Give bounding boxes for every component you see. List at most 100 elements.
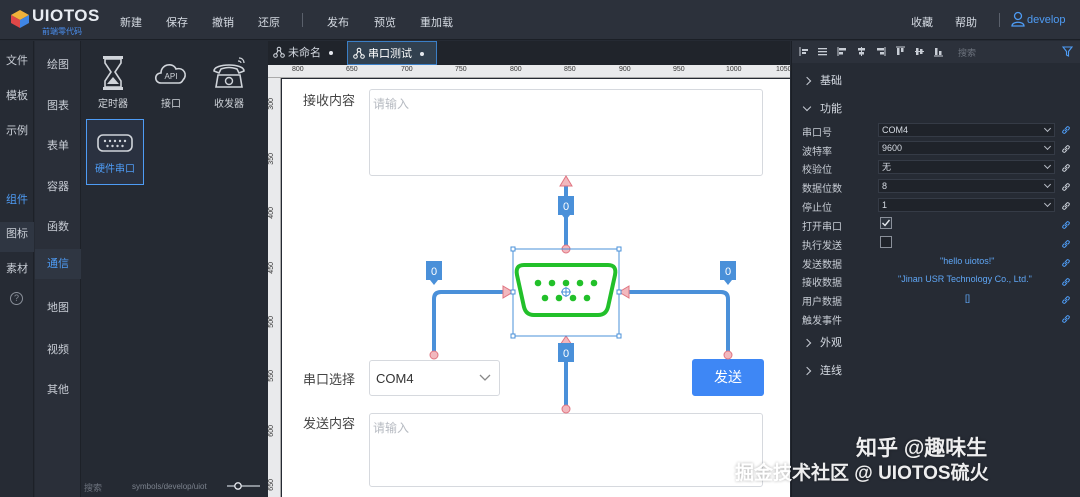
link-icon[interactable] <box>1061 220 1071 230</box>
badge-value: 0 <box>725 266 731 278</box>
user-name[interactable]: develop <box>1027 14 1066 26</box>
serial-port-icon <box>97 134 133 152</box>
category-other[interactable]: 其他 <box>35 381 81 397</box>
value-badge-bottom: 0 <box>558 343 574 362</box>
value-badge-right: 0 <box>720 261 736 285</box>
menu-preview[interactable]: 预览 <box>374 14 396 30</box>
link-icon[interactable] <box>1061 239 1071 249</box>
prop-value-receive-data[interactable]: "Jinan USR Technology Co., Ltd." <box>898 274 1032 284</box>
nav-file[interactable]: 文件 <box>0 52 34 68</box>
link-icon[interactable] <box>1061 258 1071 268</box>
link-icon[interactable] <box>1061 125 1071 135</box>
component-api[interactable]: API 接口 <box>142 53 200 110</box>
prop-select-parity[interactable]: 无 <box>878 160 1055 174</box>
distribute-icon[interactable] <box>817 46 828 57</box>
component-transceiver[interactable]: 收发器 <box>200 53 258 110</box>
link-icon[interactable] <box>1061 163 1071 173</box>
nav-material[interactable]: 素材 <box>0 260 34 276</box>
open-port-checkbox[interactable] <box>880 217 892 229</box>
api-icon-text: API <box>165 72 178 81</box>
component-search[interactable]: 搜索 <box>84 481 102 494</box>
menu-new[interactable]: 新建 <box>120 14 142 30</box>
menu-collect[interactable]: 收藏 <box>911 14 933 30</box>
menu-restore[interactable]: 还原 <box>258 14 280 30</box>
category-draw[interactable]: 绘图 <box>35 56 81 72</box>
align-right-icon[interactable] <box>875 46 886 57</box>
component-serial-port[interactable]: 硬件串口 <box>86 119 144 185</box>
property-search[interactable]: 搜索 <box>958 46 976 59</box>
symbol-path: symbols/develop/uiot <box>132 482 207 491</box>
tab-untitled[interactable]: 未命名 <box>268 41 344 65</box>
link-icon[interactable] <box>1061 314 1071 324</box>
align-center-icon[interactable] <box>856 46 867 57</box>
app-logo[interactable]: UIOTOS 前端零代码 <box>10 6 99 36</box>
ruler-tick-label: 750 <box>455 66 467 73</box>
component-label: 收发器 <box>214 99 244 110</box>
component-timer[interactable]: 定时器 <box>84 53 142 110</box>
align-middle-icon[interactable] <box>914 46 925 57</box>
menu-publish[interactable]: 发布 <box>327 14 349 30</box>
prop-value-send-data[interactable]: "hello uiotos!" <box>940 256 994 266</box>
align-left-edge-icon[interactable] <box>799 46 810 57</box>
zoom-slider[interactable] <box>227 482 260 490</box>
prop-select-port[interactable]: COM4 <box>878 123 1055 137</box>
nav-example[interactable]: 示例 <box>0 122 34 138</box>
prop-value: COM4 <box>882 125 909 135</box>
align-bottom-icon[interactable] <box>933 46 944 57</box>
phone-icon <box>213 57 245 88</box>
link-icon[interactable] <box>1061 201 1071 211</box>
category-video[interactable]: 视频 <box>35 341 81 357</box>
prop-label-databits: 数据位数 <box>802 184 842 195</box>
wire-left[interactable] <box>429 285 514 360</box>
vertical-ruler: 300 350 400 450 500 550 600 650 <box>268 78 281 497</box>
category-container[interactable]: 容器 <box>35 178 81 194</box>
section-function[interactable]: 功能 <box>802 100 842 116</box>
section-connect[interactable]: 连线 <box>802 362 842 378</box>
nav-template[interactable]: 模板 <box>0 87 34 103</box>
badge-value: 0 <box>563 348 569 360</box>
category-form[interactable]: 表单 <box>35 137 81 153</box>
exec-send-checkbox[interactable] <box>880 236 892 248</box>
prop-value: 9600 <box>882 143 903 153</box>
prop-select-baudrate[interactable]: 9600 <box>878 141 1055 155</box>
section-basic[interactable]: 基础 <box>802 72 842 88</box>
prop-select-databits[interactable]: 8 <box>878 179 1055 193</box>
nav-icon[interactable]: 图标 <box>0 225 34 241</box>
user-icon[interactable] <box>1011 11 1025 27</box>
prop-label-stopbits: 停止位 <box>802 203 832 214</box>
prop-label-baudrate: 波特率 <box>802 147 832 158</box>
category-map[interactable]: 地图 <box>35 299 81 315</box>
filter-icon[interactable] <box>1062 46 1073 57</box>
align-top-icon[interactable] <box>895 46 906 57</box>
logo-text: UIOTOS <box>32 6 100 25</box>
link-icon[interactable] <box>1061 144 1071 154</box>
prop-value-user-data[interactable]: [] <box>965 293 970 303</box>
horizontal-ruler: 800 650 700 750 800 850 900 950 1000 105… <box>268 65 792 78</box>
value-badge-top: 0 <box>558 196 574 220</box>
ruler-tick-label: 700 <box>401 66 413 73</box>
menu-reload[interactable]: 重加载 <box>420 14 453 30</box>
menu-save[interactable]: 保存 <box>166 14 188 30</box>
category-communication[interactable]: 通信 <box>35 249 81 279</box>
ruler-tick-label: 350 <box>268 153 275 165</box>
category-chart[interactable]: 图表 <box>35 97 81 113</box>
link-icon[interactable] <box>1061 295 1071 305</box>
prop-label-trigger-event: 触发事件 <box>802 316 842 327</box>
serial-port-device[interactable] <box>510 246 622 339</box>
menu-help[interactable]: 帮助 <box>955 14 977 30</box>
help-icon[interactable]: ? <box>10 292 23 305</box>
link-icon[interactable] <box>1061 277 1071 287</box>
watermark-juejin: 掘金技术社区 @ UIOTOS硫火 <box>735 463 989 484</box>
menu-undo[interactable]: 撤销 <box>212 14 234 30</box>
tab-serial-test[interactable]: 串口测试 <box>347 41 437 65</box>
link-icon[interactable] <box>1061 182 1071 192</box>
property-panel: 搜索 基础 功能 串口号 COM4 波特率 9600 校验位 无 数据位数 8 … <box>791 41 1080 497</box>
section-appearance[interactable]: 外观 <box>802 334 842 350</box>
wire-right[interactable] <box>618 285 733 360</box>
category-function[interactable]: 函数 <box>35 218 81 234</box>
nav-component[interactable]: 组件 <box>0 191 34 207</box>
align-left-icon[interactable] <box>837 46 848 57</box>
prop-select-stopbits[interactable]: 1 <box>878 198 1055 212</box>
component-label: 接口 <box>161 99 181 110</box>
component-label: 定时器 <box>98 99 128 110</box>
